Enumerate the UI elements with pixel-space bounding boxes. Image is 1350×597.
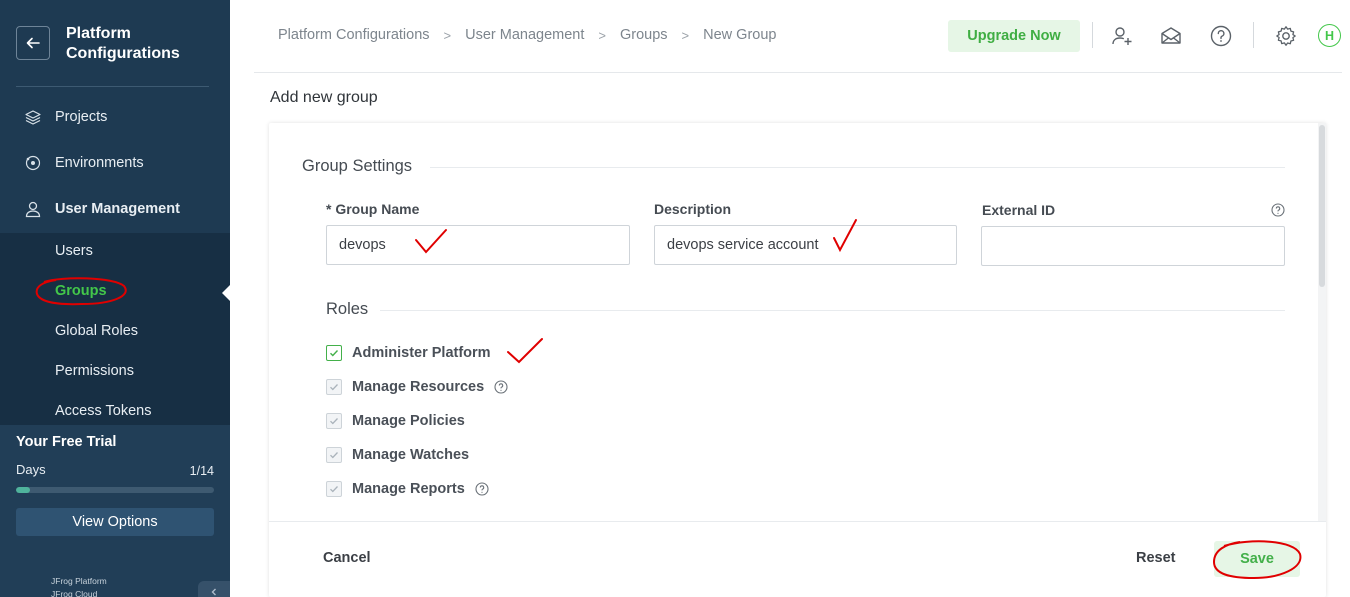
role-label: Manage Policies (352, 413, 465, 429)
external-id-label: External ID (982, 202, 1056, 218)
role-label: Administer Platform (352, 345, 491, 361)
gear-icon[interactable] (1273, 23, 1299, 49)
collapse-sidebar-button[interactable] (198, 581, 230, 597)
sidebar-item-label: User Management (55, 201, 180, 217)
sidebar-item-user-management[interactable]: User Management (0, 189, 230, 229)
external-id-input[interactable] (981, 226, 1285, 266)
role-administer-platform[interactable]: Administer Platform (326, 345, 491, 361)
role-manage-resources[interactable]: Manage Resources (326, 379, 508, 395)
external-id-help-icon[interactable] (1271, 203, 1285, 217)
trial-title: Your Free Trial (16, 434, 117, 450)
form-footer-divider (269, 521, 1326, 522)
sidebar-item-permissions[interactable]: Permissions (55, 363, 134, 379)
header-divider (254, 72, 1342, 73)
check-icon (330, 350, 339, 357)
free-trial-panel: Your Free Trial Days 1/14 View Options J… (0, 425, 230, 597)
toolbar-divider (1092, 22, 1093, 48)
trial-days-label: Days (16, 462, 46, 477)
section-divider (380, 310, 1285, 311)
sidebar: Platform Configurations Projects Environ… (0, 0, 230, 597)
role-label: Manage Watches (352, 447, 470, 463)
group-name-input[interactable]: devops (326, 225, 630, 265)
trial-progress-bar (16, 487, 214, 493)
breadcrumb-chevron-icon: > (598, 27, 606, 43)
role-manage-reports[interactable]: Manage Reports (326, 481, 489, 497)
active-item-indicator (222, 285, 230, 301)
role-label: Manage Reports (352, 481, 465, 497)
checkbox-checked[interactable] (326, 345, 342, 361)
user-avatar[interactable]: H (1318, 24, 1341, 47)
back-button[interactable] (16, 26, 50, 60)
trial-days-count: 1/14 (189, 464, 214, 478)
group-name-label: * Group Name (326, 201, 420, 217)
breadcrumb-item[interactable]: Groups (620, 27, 668, 43)
add-user-icon[interactable] (1109, 23, 1135, 49)
mail-icon[interactable] (1158, 23, 1184, 49)
scrollbar-thumb[interactable] (1319, 125, 1325, 287)
check-icon (330, 452, 338, 459)
sidebar-item-groups[interactable]: Groups (55, 283, 107, 299)
description-label: Description (654, 201, 732, 217)
trial-progress-fill (16, 487, 30, 493)
sidebar-item-environments[interactable]: Environments (0, 143, 230, 183)
sidebar-title: Platform Configurations (66, 24, 206, 64)
brand-line-platform: JFrog Platform (51, 576, 107, 586)
checkbox-checked-disabled[interactable] (326, 481, 342, 497)
checkbox-checked-disabled[interactable] (326, 413, 342, 429)
user-icon (24, 200, 42, 218)
breadcrumb-item-current: New Group (703, 27, 777, 43)
role-manage-policies[interactable]: Manage Policies (326, 413, 465, 429)
check-icon (330, 486, 338, 493)
section-title-roles: Roles (326, 300, 369, 318)
help-icon[interactable] (475, 482, 489, 496)
breadcrumb-chevron-icon: > (443, 27, 452, 43)
sidebar-divider (16, 86, 209, 87)
help-icon[interactable] (494, 380, 508, 394)
sidebar-title-text: Platform Configurations (66, 25, 180, 62)
sidebar-item-access-tokens[interactable]: Access Tokens (55, 403, 151, 419)
upgrade-now-button[interactable]: Upgrade Now (948, 20, 1080, 52)
breadcrumb-item[interactable]: User Management (465, 27, 584, 43)
sidebar-item-global-roles[interactable]: Global Roles (55, 323, 138, 339)
sidebar-item-projects[interactable]: Projects (0, 97, 230, 137)
section-title-group-settings: Group Settings (302, 157, 413, 175)
brand-line-cloud: JFrog Cloud (51, 589, 98, 597)
checkbox-checked-disabled[interactable] (326, 447, 342, 463)
sidebar-item-label: Projects (55, 109, 108, 125)
view-options-button[interactable]: View Options (16, 508, 214, 536)
description-input[interactable]: devops service account (654, 225, 957, 265)
breadcrumb-chevron-icon: > (681, 27, 690, 43)
reset-button[interactable]: Reset (1136, 550, 1176, 566)
breadcrumb-item[interactable]: Platform Configurations (278, 27, 430, 43)
help-icon[interactable] (1208, 23, 1234, 49)
sidebar-item-users[interactable]: Users (55, 243, 93, 259)
check-icon (330, 384, 338, 391)
section-divider (430, 167, 1285, 168)
toolbar-divider (1253, 22, 1254, 48)
role-label: Manage Resources (352, 379, 485, 395)
sidebar-item-label: Environments (55, 155, 144, 171)
check-icon (330, 418, 338, 425)
layers-icon (24, 108, 42, 126)
arrow-left-icon (26, 37, 40, 49)
chevron-left-icon (211, 588, 216, 596)
page-title: Add new group (270, 89, 378, 106)
checkbox-checked-disabled[interactable] (326, 379, 342, 395)
breadcrumb: Platform Configurations > User Managemen… (278, 27, 776, 43)
role-manage-watches[interactable]: Manage Watches (326, 447, 469, 463)
environment-icon (24, 154, 42, 172)
save-button[interactable]: Save (1214, 541, 1300, 577)
cancel-button[interactable]: Cancel (323, 550, 371, 566)
